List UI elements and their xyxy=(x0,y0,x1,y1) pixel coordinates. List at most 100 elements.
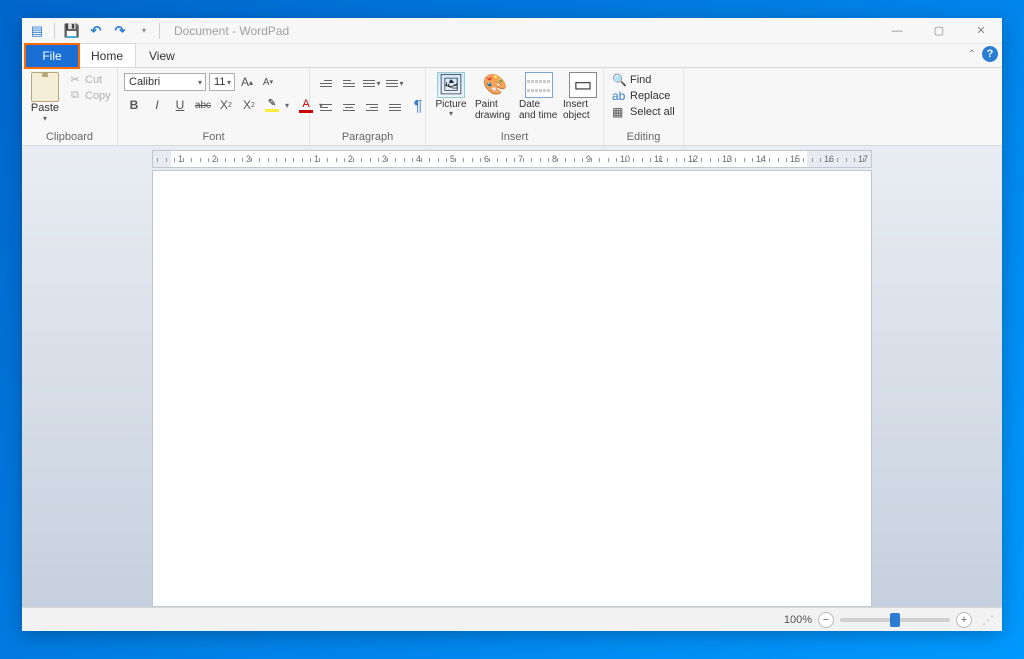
ruler-tick xyxy=(735,158,736,162)
ribbon-tabs: File Home View ⌃ ? xyxy=(22,44,1002,68)
font-group: Calibri ▾ 11 ▾ A▴ A▾ B I U xyxy=(118,68,310,145)
maximize-button[interactable]: ▢ xyxy=(918,18,960,44)
replace-button[interactable]: abReplace xyxy=(612,89,675,103)
underline-button[interactable]: U xyxy=(170,95,190,115)
align-right-button[interactable] xyxy=(362,97,382,117)
ruler-tick xyxy=(557,158,558,162)
ruler-tick xyxy=(778,158,779,162)
ruler-tick xyxy=(540,158,541,162)
bold-button[interactable]: B xyxy=(124,95,144,115)
select-all-button[interactable]: ▦Select all xyxy=(612,105,675,119)
align-center-button[interactable] xyxy=(339,97,359,117)
date-time-button[interactable]: Date and time xyxy=(518,72,560,121)
align-left-button[interactable] xyxy=(316,97,336,117)
decrease-indent-button[interactable] xyxy=(316,73,336,93)
italic-button[interactable]: I xyxy=(147,95,167,115)
help-icon[interactable]: ? xyxy=(982,46,998,62)
object-label: Insert object xyxy=(563,99,603,121)
highlight-color-dropdown[interactable]: ▾ xyxy=(285,101,293,110)
minimize-button[interactable]: — xyxy=(876,18,918,44)
ruler-tick xyxy=(693,158,694,162)
save-icon[interactable]: 💾 xyxy=(61,20,83,42)
ruler-tick xyxy=(438,158,439,162)
date-label: Date and time xyxy=(519,99,559,121)
search-icon: 🔍 xyxy=(612,73,626,87)
grow-font-button[interactable]: A▴ xyxy=(238,73,256,91)
ruler-tick xyxy=(225,158,226,162)
ruler-tick xyxy=(701,158,702,162)
clipboard-icon xyxy=(31,72,59,102)
file-tab-label: File xyxy=(42,49,61,63)
paste-button[interactable]: Paste ▾ xyxy=(26,70,64,123)
ruler-tick xyxy=(404,158,405,162)
resize-grip-icon[interactable]: ⋰ xyxy=(982,613,994,627)
strikethrough-button[interactable]: abc xyxy=(193,95,213,115)
ruler-tick xyxy=(268,158,269,162)
chevron-down-icon: ▾ xyxy=(227,78,231,87)
picture-dropdown-icon[interactable]: ▾ xyxy=(449,110,453,119)
zoom-slider[interactable] xyxy=(840,618,950,622)
zoom-in-button[interactable]: + xyxy=(956,612,972,628)
group-label-editing: Editing xyxy=(608,130,679,145)
zoom-out-button[interactable]: − xyxy=(818,612,834,628)
palette-icon: 🎨 xyxy=(481,72,509,98)
ruler-tick xyxy=(650,158,651,162)
clipboard-group: Paste ▾ ✂Cut ⧉Copy Clipboard xyxy=(22,68,118,145)
home-tab[interactable]: Home xyxy=(78,43,136,67)
ruler-tick xyxy=(854,158,855,162)
ruler-tick xyxy=(378,158,379,162)
paste-label: Paste xyxy=(31,102,59,114)
find-label: Find xyxy=(630,74,651,86)
bullets-button[interactable]: ▾ xyxy=(362,73,382,93)
paint-drawing-button[interactable]: 🎨 Paint drawing xyxy=(474,72,516,121)
ruler-tick xyxy=(276,158,277,162)
chevron-down-icon: ▾ xyxy=(198,78,202,87)
highlight-color-button[interactable]: ✎ xyxy=(262,95,282,115)
cut-button[interactable]: ✂Cut xyxy=(68,73,111,86)
zoom-slider-thumb[interactable] xyxy=(890,613,900,627)
status-bar: 100% − + ⋰ xyxy=(22,607,1002,631)
undo-icon[interactable]: ↶ xyxy=(85,20,107,42)
qat-customize-icon[interactable]: ▾ xyxy=(133,20,155,42)
insert-object-button[interactable]: ▭ Insert object xyxy=(562,72,604,121)
subscript-button[interactable]: X2 xyxy=(216,95,236,115)
document-page[interactable] xyxy=(152,170,872,607)
ruler-tick xyxy=(446,158,447,162)
ruler-tick xyxy=(752,158,753,162)
font-family-combo[interactable]: Calibri ▾ xyxy=(124,73,206,91)
cut-label: Cut xyxy=(85,74,102,86)
ruler-tick xyxy=(531,158,532,162)
paragraph-settings-button[interactable]: ¶ xyxy=(408,97,428,117)
file-tab[interactable]: File xyxy=(26,45,78,67)
ruler-tick xyxy=(820,158,821,162)
ruler-tick xyxy=(208,158,209,162)
collapse-ribbon-icon[interactable]: ⌃ xyxy=(968,49,976,60)
superscript-button[interactable]: X2 xyxy=(239,95,259,115)
picture-button[interactable]: 🖼 Picture ▾ xyxy=(430,72,472,121)
copy-button[interactable]: ⧉Copy xyxy=(68,89,111,102)
justify-button[interactable] xyxy=(385,97,405,117)
horizontal-ruler[interactable]: 3211234567891011121314151617 xyxy=(152,150,872,168)
ruler-tick xyxy=(370,158,371,162)
close-button[interactable]: ✕ xyxy=(960,18,1002,44)
find-button[interactable]: 🔍 Find xyxy=(612,73,675,87)
ruler-tick xyxy=(837,158,838,162)
separator xyxy=(159,23,160,39)
ruler-tick xyxy=(548,158,549,162)
view-tab[interactable]: View xyxy=(136,43,188,67)
ruler-tick xyxy=(336,158,337,162)
quick-access-toolbar: ▤ 💾 ↶ ↷ ▾ xyxy=(22,20,155,42)
font-size-combo[interactable]: 11 ▾ xyxy=(209,73,235,91)
ruler-tick xyxy=(302,158,303,162)
increase-indent-button[interactable] xyxy=(339,73,359,93)
shrink-font-button[interactable]: A▾ xyxy=(259,73,277,91)
line-spacing-button[interactable]: ▾ xyxy=(385,73,405,93)
ruler-tick xyxy=(157,158,158,162)
paste-dropdown-icon[interactable]: ▾ xyxy=(43,114,47,123)
wordpad-window: ▤ 💾 ↶ ↷ ▾ Document - WordPad — ▢ ✕ File … xyxy=(22,18,1002,631)
ruler-tick xyxy=(608,158,609,162)
ruler-tick xyxy=(174,158,175,162)
copy-icon: ⧉ xyxy=(68,89,82,102)
ribbon: Paste ▾ ✂Cut ⧉Copy Clipboard Calibri ▾ xyxy=(22,68,1002,146)
redo-icon[interactable]: ↷ xyxy=(109,20,131,42)
